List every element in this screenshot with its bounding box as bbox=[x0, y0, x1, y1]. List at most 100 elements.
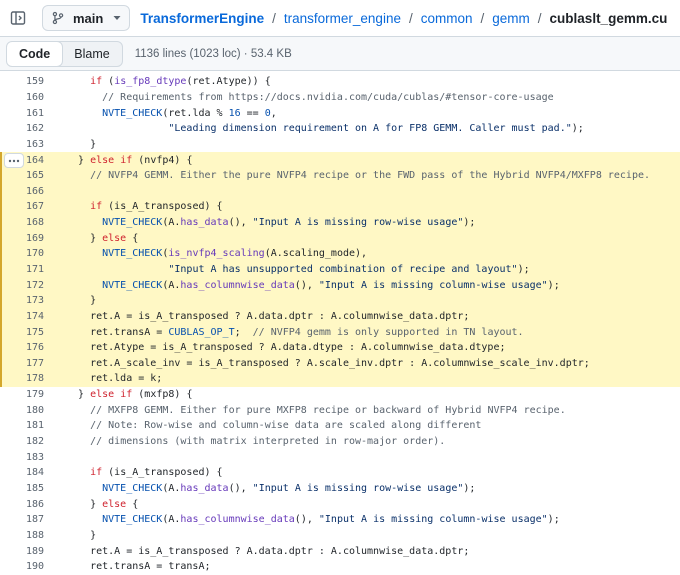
git-branch-icon bbox=[51, 11, 65, 25]
line-number[interactable]: 179 bbox=[0, 389, 44, 400]
code-text: NVTE_CHECK(ret.lda % 16 == 0, bbox=[102, 107, 277, 119]
line-number[interactable]: 174 bbox=[0, 311, 44, 322]
line-number[interactable]: 172 bbox=[0, 280, 44, 291]
line-number[interactable]: 184 bbox=[0, 467, 44, 478]
chevron-down-icon bbox=[113, 14, 121, 22]
code-line[interactable]: 188 } bbox=[0, 528, 680, 544]
breadcrumb-file-name: cublaslt_gemm.cu bbox=[549, 10, 668, 26]
code-text: } bbox=[66, 295, 97, 307]
breadcrumb-dir-link[interactable]: common bbox=[421, 11, 473, 26]
code-line[interactable]: 175 ret.transA = CUBLAS_OP_T; // NVFP4 g… bbox=[0, 324, 680, 340]
line-actions-kebab-icon[interactable] bbox=[4, 153, 24, 169]
line-number[interactable]: 166 bbox=[0, 186, 44, 197]
top-bar: main TransformerEngine / transformer_eng… bbox=[0, 0, 680, 36]
code-line[interactable]: 164 } else if (nvfp4) { bbox=[0, 152, 680, 169]
code-text: } else if (nvfp4) { bbox=[66, 154, 193, 166]
code-text: if (is_fp8_dtype(ret.Atype)) { bbox=[90, 76, 271, 88]
code-view: 159 if (is_fp8_dtype(ret.Atype)) {160 //… bbox=[0, 74, 680, 575]
code-line[interactable]: 186 } else { bbox=[0, 496, 680, 512]
sidebar-toggle-icon[interactable] bbox=[10, 10, 26, 26]
code-text: ret.A_scale_inv = is_A_transposed ? A.sc… bbox=[66, 357, 590, 369]
line-number[interactable]: 176 bbox=[0, 342, 44, 353]
breadcrumb-dir-link[interactable]: gemm bbox=[492, 11, 530, 26]
breadcrumb-separator: / bbox=[537, 10, 542, 26]
code-line[interactable]: 177 ret.A_scale_inv = is_A_transposed ? … bbox=[0, 355, 680, 372]
line-number[interactable]: 189 bbox=[0, 546, 44, 557]
code-line[interactable]: 182 // dimensions (with matrix interpret… bbox=[0, 434, 680, 450]
line-number[interactable]: 167 bbox=[0, 201, 44, 212]
code-line[interactable]: 189 ret.A = is_A_transposed ? A.data.dpt… bbox=[0, 543, 680, 559]
code-text: NVTE_CHECK(A.has_data(), "Input A is mis… bbox=[102, 217, 476, 229]
code-line[interactable]: 166 bbox=[0, 183, 680, 200]
code-line[interactable]: 170 NVTE_CHECK(is_nvfp4_scaling(A.scalin… bbox=[0, 246, 680, 262]
tab-code[interactable]: Code bbox=[6, 41, 64, 66]
code-text: // MXFP8 GEMM. Either for pure MXFP8 rec… bbox=[90, 404, 566, 416]
line-number[interactable]: 170 bbox=[0, 248, 44, 259]
line-number[interactable]: 169 bbox=[0, 233, 44, 244]
code-line[interactable]: 176 ret.Atype = is_A_transposed ? A.data… bbox=[0, 339, 680, 356]
line-number[interactable]: 171 bbox=[0, 264, 44, 275]
line-number[interactable]: 183 bbox=[0, 452, 44, 463]
code-text: ret.Atype = is_A_transposed ? A.data.dty… bbox=[66, 342, 506, 354]
code-text: if (is_A_transposed) { bbox=[90, 467, 223, 479]
code-line[interactable]: 178 ret.lda = k; bbox=[0, 371, 680, 387]
code-line[interactable]: 174 ret.A = is_A_transposed ? A.data.dpt… bbox=[0, 308, 680, 325]
code-line[interactable]: 180 // MXFP8 GEMM. Either for pure MXFP8… bbox=[0, 402, 680, 418]
code-line[interactable]: 159 if (is_fp8_dtype(ret.Atype)) { bbox=[0, 74, 680, 90]
code-line[interactable]: 179 } else if (mxfp8) { bbox=[0, 387, 680, 403]
breadcrumb-repo-link[interactable]: TransformerEngine bbox=[140, 11, 264, 26]
line-number[interactable]: 173 bbox=[0, 295, 44, 306]
breadcrumb-dir-link[interactable]: transformer_engine bbox=[284, 11, 401, 26]
code-text: ret.A = is_A_transposed ? A.data.dptr : … bbox=[66, 310, 470, 322]
code-text: NVTE_CHECK(is_nvfp4_scaling(A.scaling_mo… bbox=[102, 248, 368, 260]
code-text: // Note: Row-wise and column-wise data a… bbox=[90, 420, 482, 432]
code-line[interactable]: 185 NVTE_CHECK(A.has_data(), "Input A is… bbox=[0, 481, 680, 497]
code-line[interactable]: 171 "Input A has unsupported combination… bbox=[0, 261, 680, 278]
code-text: // Requirements from https://docs.nvidia… bbox=[102, 91, 554, 103]
code-text: // dimensions (with matrix interpreted i… bbox=[90, 436, 446, 448]
code-line[interactable]: 167 if (is_A_transposed) { bbox=[0, 199, 680, 215]
code-text: } else { bbox=[66, 232, 139, 244]
code-line[interactable]: 162 "Leading dimension requirement on A … bbox=[0, 121, 680, 137]
line-number[interactable]: 177 bbox=[0, 358, 44, 369]
code-line[interactable]: 173 } bbox=[0, 292, 680, 309]
line-number[interactable]: 180 bbox=[0, 405, 44, 416]
code-line[interactable]: 161 NVTE_CHECK(ret.lda % 16 == 0, bbox=[0, 105, 680, 121]
line-number[interactable]: 159 bbox=[0, 76, 44, 87]
line-number[interactable]: 163 bbox=[0, 139, 44, 150]
code-text: } bbox=[66, 529, 97, 541]
line-number[interactable]: 185 bbox=[0, 483, 44, 494]
code-text: "Input A has unsupported combination of … bbox=[168, 264, 530, 275]
code-line[interactable]: 165 // NVFP4 GEMM. Either the pure NVFP4… bbox=[0, 167, 680, 184]
code-line[interactable]: 181 // Note: Row-wise and column-wise da… bbox=[0, 418, 680, 434]
line-number[interactable]: 186 bbox=[0, 499, 44, 510]
view-mode-toggle: Code Blame bbox=[6, 40, 123, 67]
line-number[interactable]: 182 bbox=[0, 436, 44, 447]
line-number[interactable]: 162 bbox=[0, 123, 44, 134]
breadcrumb: TransformerEngine / transformer_engine /… bbox=[140, 11, 667, 26]
code-text: ret.transA = CUBLAS_OP_T; // NVFP4 gemm … bbox=[66, 326, 524, 338]
branch-selector-button[interactable]: main bbox=[42, 5, 131, 31]
code-line[interactable]: 169 } else { bbox=[0, 230, 680, 247]
line-number[interactable]: 175 bbox=[0, 327, 44, 338]
code-text: NVTE_CHECK(A.has_columnwise_data(), "Inp… bbox=[102, 279, 560, 291]
line-number[interactable]: 188 bbox=[0, 530, 44, 541]
file-toolbar: Code Blame 1136 lines (1023 loc) · 53.4 … bbox=[0, 36, 680, 71]
tab-blame[interactable]: Blame bbox=[62, 42, 121, 66]
line-number[interactable]: 168 bbox=[0, 217, 44, 228]
line-number[interactable]: 160 bbox=[0, 92, 44, 103]
code-line[interactable]: 184 if (is_A_transposed) { bbox=[0, 465, 680, 481]
line-number[interactable]: 181 bbox=[0, 420, 44, 431]
code-line[interactable]: 160 // Requirements from https://docs.nv… bbox=[0, 90, 680, 106]
line-number[interactable]: 187 bbox=[0, 514, 44, 525]
code-line[interactable]: 187 NVTE_CHECK(A.has_columnwise_data(), … bbox=[0, 512, 680, 528]
line-number[interactable]: 161 bbox=[0, 108, 44, 119]
file-stats: 1136 lines (1023 loc) · 53.4 KB bbox=[134, 47, 292, 60]
code-line[interactable]: 168 NVTE_CHECK(A.has_data(), "Input A is… bbox=[0, 214, 680, 231]
code-line[interactable]: 172 NVTE_CHECK(A.has_columnwise_data(), … bbox=[0, 277, 680, 293]
code-line[interactable]: 183 bbox=[0, 449, 680, 465]
code-text: NVTE_CHECK(A.has_columnwise_data(), "Inp… bbox=[102, 514, 560, 526]
code-line[interactable]: 163 } bbox=[0, 137, 680, 153]
line-number[interactable]: 165 bbox=[0, 170, 44, 181]
line-number[interactable]: 178 bbox=[0, 373, 44, 384]
